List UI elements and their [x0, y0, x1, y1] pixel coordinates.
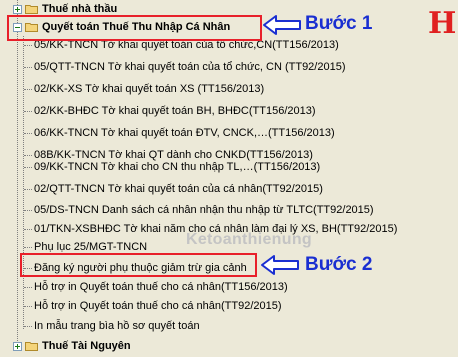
tree-child-label: 05/QTT-TNCN Tờ khai quyết toán của tổ ch… — [34, 61, 346, 73]
highlight-box-step2 — [20, 253, 257, 277]
logo-h-icon: H — [428, 6, 457, 41]
tree-child-item[interactable]: 02/QTT-TNCN Tờ khai quyết toán của cá nh… — [0, 180, 440, 198]
step2-label: Bước 2 — [305, 254, 373, 275]
arrow-left-icon — [261, 255, 299, 275]
folder-icon — [25, 342, 38, 351]
plus-expander-icon[interactable] — [13, 5, 22, 14]
folder-icon — [25, 5, 38, 14]
tree-child-item[interactable]: 05/QTT-TNCN Tờ khai quyết toán của tổ ch… — [0, 58, 440, 76]
tree-child-item[interactable]: 02/KK-BHĐC Tờ khai quyết toán BH, BHĐC(T… — [0, 102, 440, 120]
tree-child-item[interactable]: In mẫu trang bìa hồ sơ quyết toán — [0, 317, 440, 335]
plus-expander-icon[interactable] — [13, 342, 22, 351]
tree-item-label: Thuế Tài Nguyên — [42, 340, 131, 352]
tree-child-item[interactable]: 05/DS-TNCN Danh sách cá nhân nhận thu nh… — [0, 201, 440, 219]
tree-child-label: Hỗ trợ in Quyết toán thuế cho cá nhân(TT… — [34, 281, 288, 293]
tree-child-label: 02/KK-XS Tờ khai quyết toán XS (TT156/20… — [34, 83, 265, 95]
tree-child-label: Hỗ trợ in Quyết toán thuế cho cá nhân(TT… — [34, 300, 282, 312]
tree-child-label: In mẫu trang bìa hồ sơ quyết toán — [34, 320, 200, 332]
tree-child-item[interactable]: Hỗ trợ in Quyết toán thuế cho cá nhân(TT… — [0, 278, 440, 296]
step1-label: Bước 1 — [305, 13, 373, 34]
tree-child-label: 02/KK-BHĐC Tờ khai quyết toán BH, BHĐC(T… — [34, 105, 316, 117]
tree-view: Thuế nhà thầu Quyết toán Thuế Thu Nhập C… — [0, 0, 458, 357]
tree-child-label: 02/QTT-TNCN Tờ khai quyết toán của cá nh… — [34, 183, 323, 195]
watermark-text: Ketoanthienung — [186, 231, 312, 248]
tree-child-item[interactable]: 02/KK-XS Tờ khai quyết toán XS (TT156/20… — [0, 80, 440, 98]
tree-child-item[interactable]: 06/KK-TNCN Tờ khai quyết toán ĐTV, CNCK,… — [0, 124, 440, 142]
tree-child-label: 09/KK-TNCN Tờ khai cho CN thu nhập TL,…(… — [34, 161, 321, 173]
tree-child-label: 06/KK-TNCN Tờ khai quyết toán ĐTV, CNCK,… — [34, 127, 335, 139]
tree-child-item[interactable]: 09/KK-TNCN Tờ khai cho CN thu nhập TL,…(… — [0, 158, 440, 176]
tree-child-label: 05/DS-TNCN Danh sách cá nhân nhận thu nh… — [34, 204, 374, 216]
tree-item-thue-tai-nguyen[interactable]: Thuế Tài Nguyên — [0, 337, 200, 355]
tree-child-item[interactable]: Hỗ trợ in Quyết toán thuế cho cá nhân(TT… — [0, 297, 440, 315]
highlight-box-step1 — [7, 15, 262, 41]
arrow-left-icon — [263, 15, 301, 35]
